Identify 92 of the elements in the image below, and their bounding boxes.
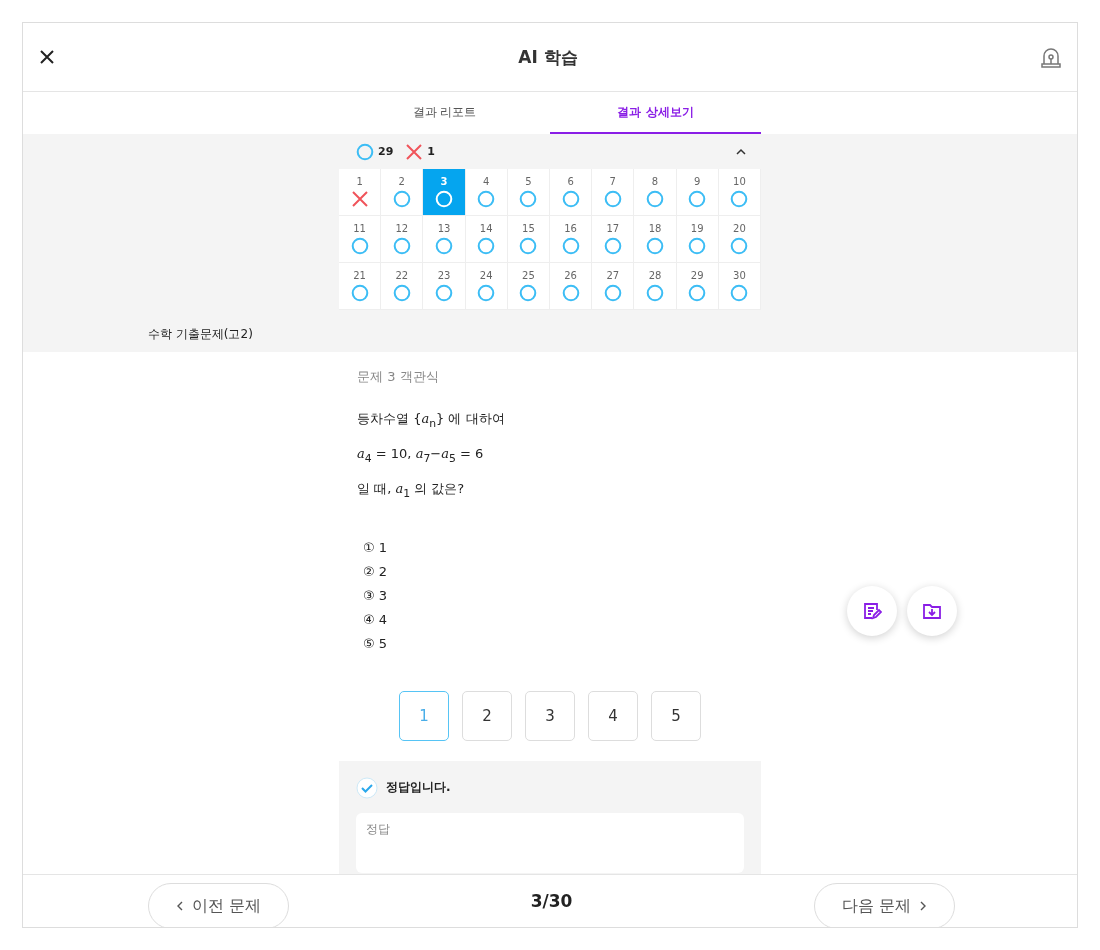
question-cell[interactable]: 28 — [634, 263, 677, 310]
option-text: ⑤ 5 — [363, 635, 389, 651]
circle-icon — [519, 190, 538, 208]
tab[interactable]: 결과 리포트 — [339, 92, 550, 134]
circle-icon — [350, 284, 369, 302]
question-cell[interactable]: 23 — [423, 263, 466, 310]
siren-icon[interactable] — [1039, 45, 1063, 69]
folder-download-icon — [922, 601, 942, 621]
question-cell[interactable]: 25 — [507, 263, 550, 310]
question-cell[interactable]: 8 — [634, 169, 677, 216]
question-cell[interactable]: 29 — [676, 263, 719, 310]
circle-icon — [392, 190, 411, 208]
cross-icon — [350, 190, 369, 208]
circle-icon — [688, 190, 707, 208]
result-message: 정답입니다. — [386, 779, 451, 797]
question-cell[interactable]: 10 — [718, 169, 761, 216]
answer-button[interactable]: 4 — [588, 690, 638, 741]
note-icon — [862, 601, 882, 621]
question-label: 문제 3 객관식 — [357, 368, 440, 386]
question-cell[interactable]: 19 — [676, 216, 719, 263]
circle-icon — [561, 237, 580, 255]
question-cell[interactable]: 20 — [718, 216, 761, 263]
correct-count: 29 — [378, 145, 394, 158]
question-cell[interactable]: 15 — [507, 216, 550, 263]
question-cell[interactable]: 13 — [423, 216, 466, 263]
circle-icon — [519, 237, 538, 255]
question-cell[interactable]: 21 — [339, 263, 382, 310]
circle-icon — [477, 237, 496, 255]
circle-icon — [603, 284, 622, 302]
question-cell[interactable]: 2 — [381, 169, 424, 216]
chevron-right-icon — [919, 900, 928, 912]
answer-box: 정답 — [356, 812, 744, 873]
page-title: AI 학습 — [518, 45, 578, 69]
question-cell[interactable]: 26 — [550, 263, 593, 310]
circle-icon — [603, 190, 622, 208]
circle-icon — [356, 142, 374, 161]
question-cell[interactable]: 17 — [592, 216, 635, 263]
circle-icon — [730, 284, 749, 302]
circle-icon — [392, 284, 411, 302]
question-cell[interactable]: 11 — [339, 216, 382, 263]
circle-icon — [730, 190, 749, 208]
question-text: 일 때, a$_{1}$ 의 값은? — [357, 480, 466, 500]
option-text: ③ 3 — [363, 587, 389, 603]
circle-icon — [435, 190, 453, 208]
circle-icon — [477, 284, 496, 302]
circle-icon — [477, 190, 496, 208]
question-cell[interactable]: 14 — [465, 216, 508, 263]
circle-icon — [646, 284, 664, 302]
next-button[interactable]: 다음 문제 — [814, 883, 955, 927]
circle-icon — [561, 190, 580, 208]
option-text: ② 2 — [363, 563, 389, 579]
question-cell[interactable]: 6 — [550, 169, 593, 216]
wrong-count: 1 — [427, 145, 435, 158]
answer-button[interactable]: 5 — [651, 690, 701, 741]
option-text: ④ 4 — [363, 611, 389, 627]
question-cell[interactable]: 24 — [465, 263, 508, 310]
question-cell[interactable]: 4 — [465, 169, 508, 216]
save-folder-button[interactable] — [907, 586, 957, 636]
cross-icon — [405, 142, 424, 161]
progress-text: 3/30 — [530, 891, 573, 911]
question-text: a$_{4}$ = 10, a$_{7}$−a$_{5}$ = 6 — [357, 445, 485, 465]
question-cell[interactable]: 22 — [381, 263, 424, 310]
circle-icon — [350, 237, 369, 255]
circle-icon — [646, 237, 664, 255]
question-text: 등차수열 {a$_{n}$} 에 대하여 — [357, 410, 506, 430]
question-cell[interactable]: 1 — [339, 169, 382, 216]
circle-icon — [392, 237, 411, 255]
circle-icon — [561, 284, 580, 302]
circle-icon — [730, 237, 749, 255]
prev-button[interactable]: 이전 문제 — [148, 883, 289, 927]
circle-icon — [519, 284, 538, 302]
chevron-left-icon — [175, 900, 184, 912]
question-cell[interactable]: 16 — [550, 216, 593, 263]
circle-icon — [603, 237, 622, 255]
circle-icon — [688, 237, 707, 255]
question-cell[interactable]: 27 — [592, 263, 635, 310]
check-icon — [356, 776, 378, 799]
note-button[interactable] — [847, 586, 897, 636]
circle-icon — [435, 237, 453, 255]
subject-label: 수학 기출문제(고2) — [147, 326, 254, 343]
question-cell[interactable]: 18 — [634, 216, 677, 263]
question-cell[interactable]: 30 — [718, 263, 761, 310]
question-cell[interactable]: 9 — [676, 169, 719, 216]
question-cell[interactable]: 5 — [507, 169, 550, 216]
question-cell[interactable]: 12 — [381, 216, 424, 263]
circle-icon — [646, 190, 664, 208]
answer-button[interactable]: 2 — [462, 690, 512, 741]
circle-icon — [688, 284, 707, 302]
circle-icon — [435, 284, 453, 302]
answer-button[interactable]: 3 — [525, 690, 575, 741]
question-cell[interactable]: 7 — [592, 169, 635, 216]
option-text: ① 1 — [363, 539, 389, 555]
